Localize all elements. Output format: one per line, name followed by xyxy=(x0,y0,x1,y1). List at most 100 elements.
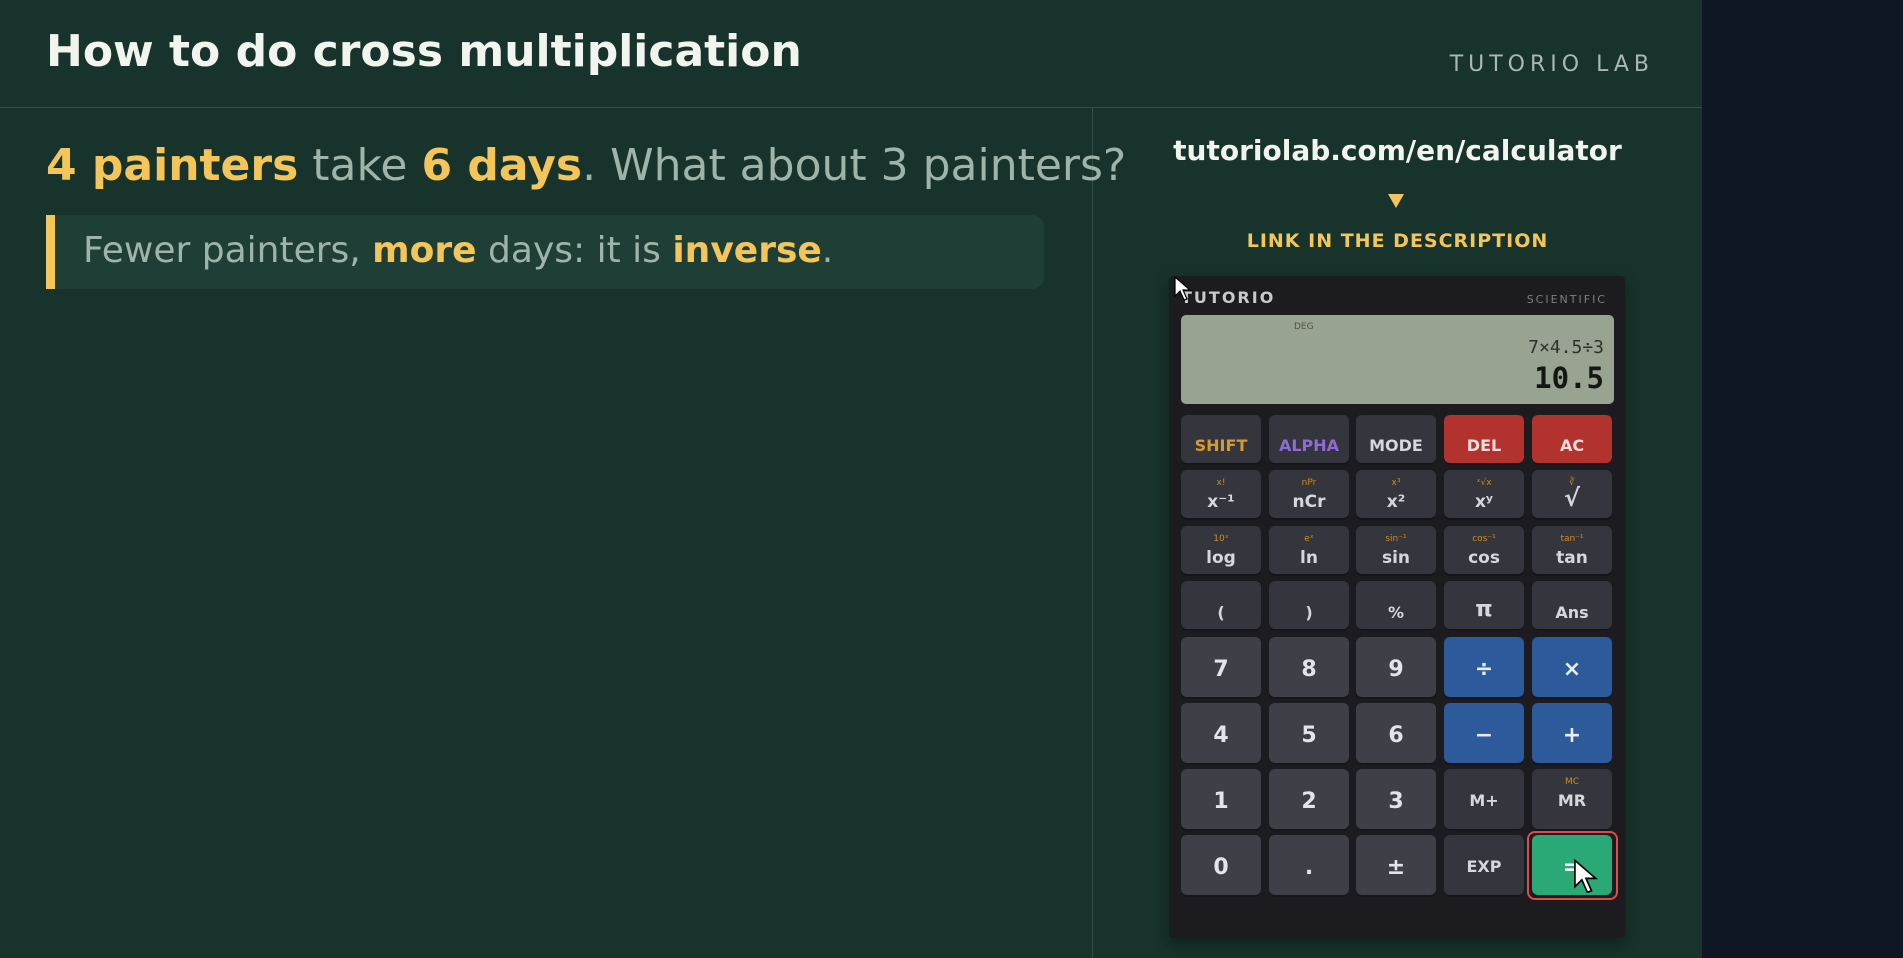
reciprocal-button[interactable]: x! x⁻¹ xyxy=(1181,470,1261,518)
key-label: % xyxy=(1387,603,1405,622)
log-button[interactable]: 10ˣ log xyxy=(1181,526,1261,574)
key-label: SHIFT xyxy=(1194,436,1248,455)
add-button[interactable]: + xyxy=(1532,703,1612,763)
key-shift-label: cos⁻¹ xyxy=(1472,534,1496,544)
hint-text: Fewer painters, more days: it is inverse… xyxy=(83,230,833,271)
key-shift-label: sin⁻¹ xyxy=(1385,534,1407,544)
ans-button[interactable]: Ans xyxy=(1532,581,1612,629)
key-label: sin xyxy=(1381,548,1411,568)
sqrt-button[interactable]: ∛ √ xyxy=(1532,470,1612,518)
mode-button[interactable]: MODE xyxy=(1356,415,1436,463)
display-result: 10.5 xyxy=(1534,361,1604,395)
pi-button[interactable]: π xyxy=(1444,581,1524,629)
key-label: 5 xyxy=(1301,723,1317,748)
ln-button[interactable]: eˣ ln xyxy=(1269,526,1349,574)
key-shift-label: x! xyxy=(1216,478,1226,488)
digit-9-button[interactable]: 9 xyxy=(1356,637,1436,697)
header: How to do cross multiplication TUTORIO L… xyxy=(0,0,1702,108)
digit-0-button[interactable]: 0 xyxy=(1181,835,1261,895)
key-label: √ xyxy=(1563,484,1580,512)
percent-button[interactable]: % xyxy=(1356,581,1436,629)
key-label: π xyxy=(1475,597,1493,622)
key-label: 9 xyxy=(1388,657,1404,682)
digit-4-button[interactable]: 4 xyxy=(1181,703,1261,763)
key-label: MODE xyxy=(1369,436,1423,455)
panel-divider xyxy=(1092,108,1093,958)
key-shift-label: x³ xyxy=(1391,478,1401,488)
calculator-brand: TUTORIO xyxy=(1181,288,1276,307)
hint-part: days: it is xyxy=(476,230,673,271)
key-label: 2 xyxy=(1301,789,1317,814)
hint-keyword-more: more xyxy=(372,230,477,271)
subtract-button[interactable]: − xyxy=(1444,703,1524,763)
digit-3-button[interactable]: 3 xyxy=(1356,769,1436,829)
key-label: cos xyxy=(1468,548,1500,568)
digit-6-button[interactable]: 6 xyxy=(1356,703,1436,763)
exp-button[interactable]: EXP xyxy=(1444,835,1524,895)
key-label: ln xyxy=(1300,548,1318,568)
memory-plus-button[interactable]: M+ xyxy=(1444,769,1524,829)
key-label: Ans xyxy=(1555,603,1589,622)
all-clear-button[interactable]: AC xyxy=(1532,415,1612,463)
delete-button[interactable]: DEL xyxy=(1444,415,1524,463)
divide-button[interactable]: ÷ xyxy=(1444,637,1524,697)
digit-8-button[interactable]: 8 xyxy=(1269,637,1349,697)
digit-7-button[interactable]: 7 xyxy=(1181,637,1261,697)
key-label: ÷ xyxy=(1474,657,1494,682)
key-label: nCr xyxy=(1292,492,1326,512)
key-shift-label: ˣ√x xyxy=(1476,478,1492,488)
mouse-pointer-icon xyxy=(1174,276,1192,301)
right-paren-button[interactable]: ) xyxy=(1269,581,1349,629)
question-text-rest: . What about 3 painters? xyxy=(582,140,1127,191)
calculator-mode: SCIENTIFIC xyxy=(1526,293,1607,306)
key-label: 8 xyxy=(1301,657,1317,682)
key-label: M+ xyxy=(1469,791,1499,810)
question-text: take xyxy=(298,140,422,191)
key-label: x⁻¹ xyxy=(1207,492,1235,512)
decimal-point-button[interactable]: . xyxy=(1269,835,1349,895)
down-arrow-icon xyxy=(1388,194,1404,208)
quantity-painters: 4 painters xyxy=(46,140,299,191)
power-button[interactable]: ˣ√x xʸ xyxy=(1444,470,1524,518)
key-label: DEL xyxy=(1466,436,1502,455)
tan-button[interactable]: tan⁻¹ tan xyxy=(1532,526,1612,574)
key-label: AC xyxy=(1559,436,1585,455)
key-label: 3 xyxy=(1388,789,1404,814)
quantity-days: 6 days xyxy=(421,140,583,191)
key-label: x² xyxy=(1386,492,1406,512)
key-label: EXP xyxy=(1466,857,1502,876)
page-title: How to do cross multiplication xyxy=(46,26,802,77)
negate-button[interactable]: ± xyxy=(1356,835,1436,895)
calculator-url: tutoriolab.com/en/calculator xyxy=(1173,134,1622,167)
key-label: log xyxy=(1206,548,1236,568)
square-button[interactable]: x³ x² xyxy=(1356,470,1436,518)
key-label: ± xyxy=(1386,855,1406,880)
key-label: 4 xyxy=(1213,723,1229,748)
mouse-pointer-icon xyxy=(1574,859,1598,894)
key-label: 7 xyxy=(1213,657,1229,682)
key-label: xʸ xyxy=(1474,492,1494,512)
digit-2-button[interactable]: 2 xyxy=(1269,769,1349,829)
hint-part: Fewer painters, xyxy=(83,230,373,271)
key-shift-label: nPr xyxy=(1301,478,1317,488)
calculator-display: DEG 7×4.5÷3 10.5 xyxy=(1181,315,1614,404)
key-label: + xyxy=(1562,723,1582,748)
key-label: ALPHA xyxy=(1278,436,1340,455)
brand-label: TUTORIO LAB xyxy=(1449,52,1654,77)
cos-button[interactable]: cos⁻¹ cos xyxy=(1444,526,1524,574)
left-paren-button[interactable]: ( xyxy=(1181,581,1261,629)
hint-keyword-inverse: inverse xyxy=(672,230,822,271)
memory-recall-button[interactable]: MC MR xyxy=(1532,769,1612,829)
alpha-button[interactable]: ALPHA xyxy=(1269,415,1349,463)
key-label: MR xyxy=(1557,791,1587,810)
multiply-button[interactable]: × xyxy=(1532,637,1612,697)
ncr-button[interactable]: nPr nCr xyxy=(1269,470,1349,518)
shift-button[interactable]: SHIFT xyxy=(1181,415,1261,463)
digit-1-button[interactable]: 1 xyxy=(1181,769,1261,829)
key-label: ) xyxy=(1305,603,1313,622)
sin-button[interactable]: sin⁻¹ sin xyxy=(1356,526,1436,574)
display-expression: 7×4.5÷3 xyxy=(1528,337,1604,358)
digit-5-button[interactable]: 5 xyxy=(1269,703,1349,763)
key-label: − xyxy=(1474,723,1494,748)
key-shift-label: 10ˣ xyxy=(1213,534,1229,544)
